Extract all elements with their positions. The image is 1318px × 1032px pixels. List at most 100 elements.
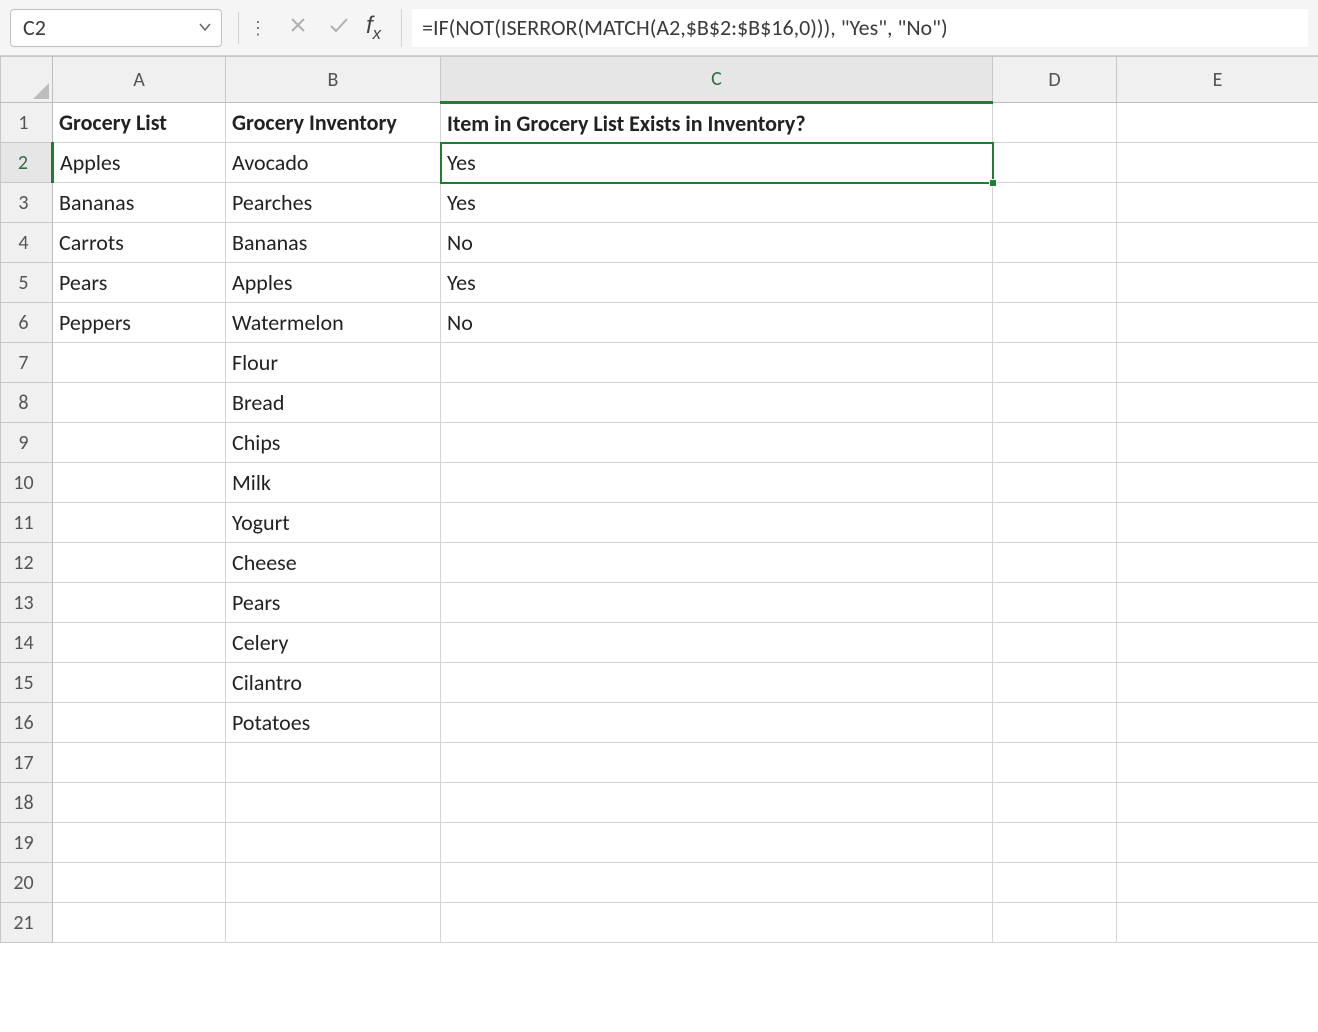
cell-A8[interactable]	[53, 383, 226, 423]
cell-D7[interactable]	[993, 343, 1117, 383]
cell-B8[interactable]: Bread	[226, 383, 441, 423]
row-header-11[interactable]: 11	[1, 503, 53, 543]
row-header-18[interactable]: 18	[1, 783, 53, 823]
cell-C1[interactable]: Item in Grocery List Exists in Inventory…	[441, 103, 993, 143]
cell-E19[interactable]	[1117, 823, 1318, 863]
cell-A6[interactable]: Peppers	[53, 303, 226, 343]
insert-function-button[interactable]: fx	[366, 12, 381, 44]
cell-D16[interactable]	[993, 703, 1117, 743]
col-header-E[interactable]: E	[1117, 57, 1318, 103]
cell-D8[interactable]	[993, 383, 1117, 423]
cell-A17[interactable]	[53, 743, 226, 783]
cell-C18[interactable]	[441, 783, 993, 823]
cell-B3[interactable]: Pearches	[226, 183, 441, 223]
row-header-3[interactable]: 3	[1, 183, 53, 223]
cell-B17[interactable]	[226, 743, 441, 783]
cell-B1[interactable]: Grocery Inventory	[226, 103, 441, 143]
row-header-6[interactable]: 6	[1, 303, 53, 343]
fill-handle[interactable]	[989, 179, 997, 187]
cell-B5[interactable]: Apples	[226, 263, 441, 303]
cell-D13[interactable]	[993, 583, 1117, 623]
cell-A7[interactable]	[53, 343, 226, 383]
cell-E17[interactable]	[1117, 743, 1318, 783]
cell-D3[interactable]	[993, 183, 1117, 223]
cell-B11[interactable]: Yogurt	[226, 503, 441, 543]
name-box[interactable]: C2	[10, 9, 222, 47]
cell-C5[interactable]: Yes	[441, 263, 993, 303]
row-header-13[interactable]: 13	[1, 583, 53, 623]
cell-C9[interactable]	[441, 423, 993, 463]
cell-D1[interactable]	[993, 103, 1117, 143]
cell-B13[interactable]: Pears	[226, 583, 441, 623]
cell-B21[interactable]	[226, 903, 441, 943]
col-header-C[interactable]: C	[441, 57, 993, 103]
cell-E2[interactable]	[1117, 143, 1318, 183]
cell-A12[interactable]	[53, 543, 226, 583]
cell-A9[interactable]	[53, 423, 226, 463]
row-header-14[interactable]: 14	[1, 623, 53, 663]
cell-E4[interactable]	[1117, 223, 1318, 263]
cell-B12[interactable]: Cheese	[226, 543, 441, 583]
cell-C8[interactable]	[441, 383, 993, 423]
cell-D14[interactable]	[993, 623, 1117, 663]
cell-A5[interactable]: Pears	[53, 263, 226, 303]
cell-D2[interactable]	[993, 143, 1117, 183]
formula-input[interactable]: =IF(NOT(ISERROR(MATCH(A2,$B$2:$B$16,0)))…	[412, 9, 1308, 47]
cell-A3[interactable]: Bananas	[53, 183, 226, 223]
cell-C11[interactable]	[441, 503, 993, 543]
cell-E12[interactable]	[1117, 543, 1318, 583]
row-header-19[interactable]: 19	[1, 823, 53, 863]
col-header-D[interactable]: D	[993, 57, 1117, 103]
cell-D20[interactable]	[993, 863, 1117, 903]
row-header-10[interactable]: 10	[1, 463, 53, 503]
cell-B7[interactable]: Flour	[226, 343, 441, 383]
cell-E18[interactable]	[1117, 783, 1318, 823]
cell-E11[interactable]	[1117, 503, 1318, 543]
cell-A13[interactable]	[53, 583, 226, 623]
cell-B14[interactable]: Celery	[226, 623, 441, 663]
select-all-corner[interactable]	[1, 57, 53, 103]
cell-C20[interactable]	[441, 863, 993, 903]
cell-E20[interactable]	[1117, 863, 1318, 903]
cell-C10[interactable]	[441, 463, 993, 503]
cell-D21[interactable]	[993, 903, 1117, 943]
row-header-4[interactable]: 4	[1, 223, 53, 263]
cell-B15[interactable]: Cilantro	[226, 663, 441, 703]
cell-C16[interactable]	[441, 703, 993, 743]
row-header-9[interactable]: 9	[1, 423, 53, 463]
cell-D12[interactable]	[993, 543, 1117, 583]
cell-E5[interactable]	[1117, 263, 1318, 303]
cell-D17[interactable]	[993, 743, 1117, 783]
cell-B2[interactable]: Avocado	[226, 143, 441, 183]
cell-E6[interactable]	[1117, 303, 1318, 343]
cell-D11[interactable]	[993, 503, 1117, 543]
row-header-7[interactable]: 7	[1, 343, 53, 383]
cell-C19[interactable]	[441, 823, 993, 863]
cell-E10[interactable]	[1117, 463, 1318, 503]
cell-E14[interactable]	[1117, 623, 1318, 663]
row-header-16[interactable]: 16	[1, 703, 53, 743]
cell-B4[interactable]: Bananas	[226, 223, 441, 263]
col-header-A[interactable]: A	[53, 57, 226, 103]
cell-A16[interactable]	[53, 703, 226, 743]
cell-C14[interactable]	[441, 623, 993, 663]
cell-E8[interactable]	[1117, 383, 1318, 423]
cell-A10[interactable]	[53, 463, 226, 503]
row-header-17[interactable]: 17	[1, 743, 53, 783]
cell-D9[interactable]	[993, 423, 1117, 463]
row-header-5[interactable]: 5	[1, 263, 53, 303]
cell-C6[interactable]: No	[441, 303, 993, 343]
cell-A20[interactable]	[53, 863, 226, 903]
row-header-21[interactable]: 21	[1, 903, 53, 943]
cell-C12[interactable]	[441, 543, 993, 583]
cell-B19[interactable]	[226, 823, 441, 863]
cell-A18[interactable]	[53, 783, 226, 823]
cell-D18[interactable]	[993, 783, 1117, 823]
cell-C3[interactable]: Yes	[441, 183, 993, 223]
cell-E21[interactable]	[1117, 903, 1318, 943]
cell-B6[interactable]: Watermelon	[226, 303, 441, 343]
cell-D10[interactable]	[993, 463, 1117, 503]
cell-D5[interactable]	[993, 263, 1117, 303]
cell-E1[interactable]	[1117, 103, 1318, 143]
cell-E16[interactable]	[1117, 703, 1318, 743]
